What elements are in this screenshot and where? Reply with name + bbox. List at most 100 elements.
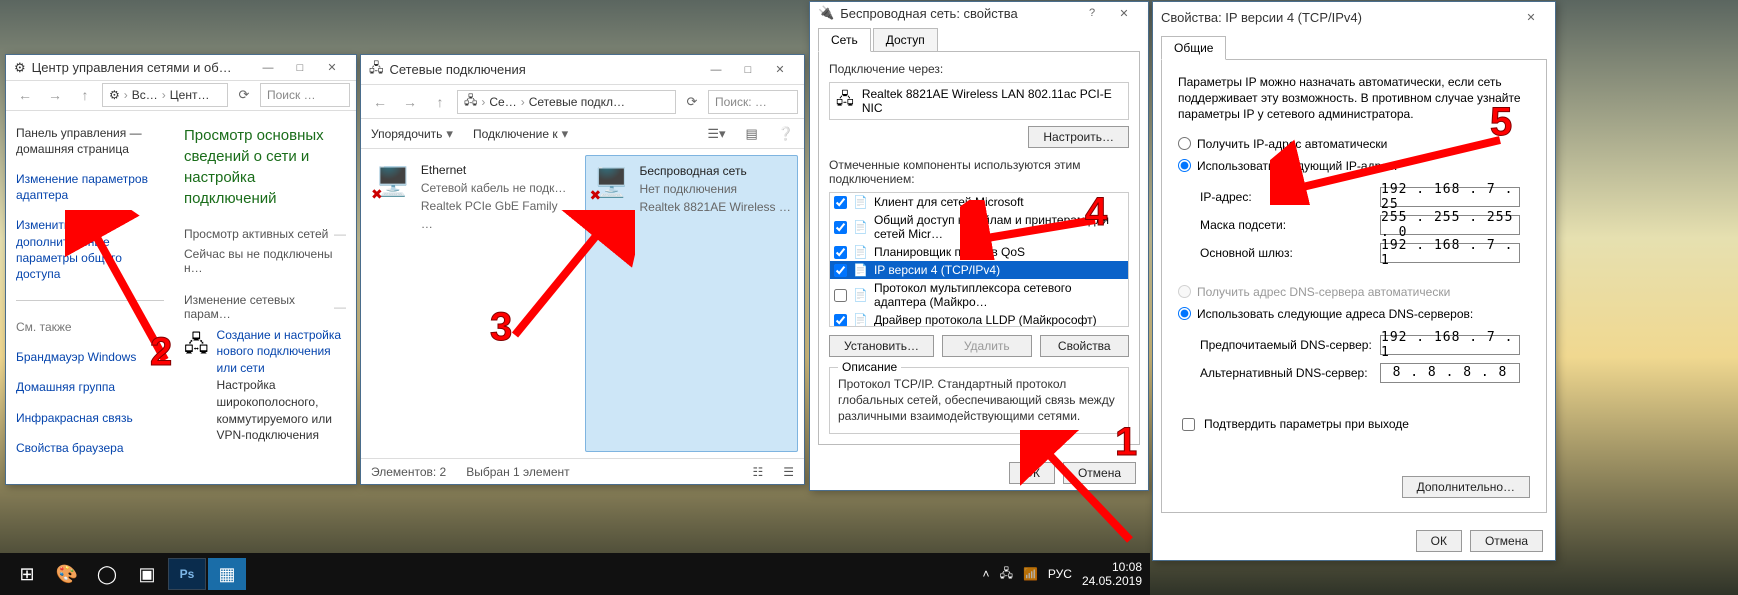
component-item[interactable]: 📄Протокол мультиплексора сетевого адапте… <box>830 279 1128 311</box>
minimize-button[interactable]: — <box>700 59 732 81</box>
start-button[interactable]: ⊞ <box>8 558 46 590</box>
component-checkbox[interactable] <box>834 221 847 234</box>
task-photoshop[interactable]: Ps <box>168 558 206 590</box>
preview-pane-button[interactable]: ▤ <box>746 126 758 142</box>
maximize-button[interactable]: □ <box>284 57 316 79</box>
checkbox-input[interactable] <box>1182 418 1195 431</box>
ok-button[interactable]: ОК <box>1416 530 1462 552</box>
titlebar[interactable]: Свойства: IP версии 4 (TCP/IPv4) ✕ <box>1153 2 1555 32</box>
tab-access[interactable]: Доступ <box>873 28 938 52</box>
change-adapter-settings-link[interactable]: Изменение параметров адаптера <box>16 171 164 203</box>
forward-button[interactable]: → <box>397 89 423 115</box>
clock[interactable]: 10:08 24.05.2019 <box>1082 560 1142 589</box>
components-list[interactable]: 📄Клиент для сетей Microsoft📄Общий доступ… <box>829 192 1129 327</box>
minimize-button[interactable]: — <box>252 57 284 79</box>
ip-address-field[interactable]: 192 . 168 . 7 . 25 <box>1380 187 1520 207</box>
component-checkbox[interactable] <box>834 289 847 302</box>
new-connection-link[interactable]: Создание и настройка нового подключения … <box>217 327 346 377</box>
forward-button[interactable]: → <box>42 82 68 108</box>
component-item[interactable]: 📄Планировщик пакетов QoS <box>830 243 1128 261</box>
tray-overflow-icon[interactable]: ˄ <box>983 567 990 581</box>
component-item[interactable]: 📄IP версии 4 (TCP/IPv4) <box>830 261 1128 279</box>
language-indicator[interactable]: РУС <box>1048 567 1072 581</box>
component-checkbox[interactable] <box>834 246 847 259</box>
organize-menu[interactable]: Упорядочить▾ <box>371 126 453 142</box>
browser-props-link[interactable]: Свойства браузера <box>16 440 164 456</box>
radio-auto-ip[interactable]: Получить IP-адрес автоматически <box>1178 137 1530 151</box>
cp-home-link[interactable]: Панель управления — домашняя страница <box>16 125 164 157</box>
component-checkbox[interactable] <box>834 264 847 277</box>
adapter-icon: 🖧 <box>836 88 854 115</box>
homegroup-link[interactable]: Домашняя группа <box>16 379 164 395</box>
back-button[interactable]: ← <box>12 82 38 108</box>
alternate-dns-field[interactable]: 8 . 8 . 8 . 8 <box>1380 363 1520 383</box>
install-button[interactable]: Установить… <box>829 335 934 357</box>
radio-input[interactable] <box>1178 307 1191 320</box>
search-input[interactable]: Поиск: … <box>708 90 798 114</box>
cancel-button[interactable]: Отмена <box>1470 530 1543 552</box>
task-paint[interactable]: 🎨 <box>48 558 86 590</box>
titlebar[interactable]: 🔌 Беспроводная сеть: свойства ? ✕ <box>810 2 1148 24</box>
tab-network[interactable]: Сеть <box>818 28 871 52</box>
close-button[interactable]: ✕ <box>1515 6 1547 28</box>
refresh-button[interactable]: ⟳ <box>680 90 704 114</box>
close-button[interactable]: ✕ <box>1108 2 1140 24</box>
advanced-sharing-link[interactable]: Изменить дополнительные параметры общего… <box>16 217 164 282</box>
breadcrumb-item[interactable]: Цент… <box>170 88 210 102</box>
up-button[interactable]: ↑ <box>427 89 453 115</box>
breadcrumb-item[interactable]: Вс… <box>132 88 158 102</box>
adapter-ethernet[interactable]: 🖥️✖ Ethernet Сетевой кабель не подк… Rea… <box>367 155 579 452</box>
maximize-button[interactable]: □ <box>732 59 764 81</box>
preferred-dns-field[interactable]: 192 . 168 . 7 . 1 <box>1380 335 1520 355</box>
configure-button[interactable]: Настроить… <box>1028 126 1129 148</box>
titlebar[interactable]: ⚙ Центр управления сетями и об… — □ ✕ <box>6 55 356 81</box>
titlebar[interactable]: 🖧 Сетевые подключения — □ ✕ <box>361 55 804 85</box>
ok-button[interactable]: ОК <box>1009 462 1055 484</box>
close-button[interactable]: ✕ <box>764 59 796 81</box>
advanced-button[interactable]: Дополнительно… <box>1402 476 1530 498</box>
component-item[interactable]: 📄Общий доступ к файлам и принтерам для с… <box>830 211 1128 243</box>
cancel-button[interactable]: Отмена <box>1063 462 1136 484</box>
help-button[interactable]: ❔ <box>778 126 794 142</box>
firewall-link[interactable]: Брандмауэр Windows <box>16 349 164 365</box>
back-button[interactable]: ← <box>367 89 393 115</box>
task-terminal[interactable]: ▣ <box>128 558 166 590</box>
radio-input[interactable] <box>1178 137 1191 150</box>
subnet-mask-field[interactable]: 255 . 255 . 255 . 0 <box>1380 215 1520 235</box>
system-tray[interactable]: ˄ 🖧 📶 РУС 10:08 24.05.2019 <box>983 560 1142 589</box>
breadcrumb[interactable]: ⚙ › Вс… › Цент… <box>102 83 228 107</box>
adapter-wireless[interactable]: 🖥️✖ Беспроводная сеть Нет подключения Re… <box>585 155 799 452</box>
component-checkbox[interactable] <box>834 196 847 209</box>
up-button[interactable]: ↑ <box>72 82 98 108</box>
network-tray-icon[interactable]: 🖧 <box>1000 564 1013 585</box>
help-button[interactable]: ? <box>1076 2 1108 24</box>
icons-view-button[interactable]: ☰ <box>783 465 794 479</box>
task-chrome[interactable]: ◯ <box>88 558 126 590</box>
task-app[interactable]: ▦ <box>208 558 246 590</box>
breadcrumb-item[interactable]: Се… <box>489 95 516 109</box>
gateway-field[interactable]: 192 . 168 . 7 . 1 <box>1380 243 1520 263</box>
details-view-button[interactable]: ☷ <box>752 465 763 479</box>
search-input[interactable]: Поиск … <box>260 83 350 107</box>
component-item[interactable]: 📄Клиент для сетей Microsoft <box>830 193 1128 211</box>
component-item[interactable]: 📄Драйвер протокола LLDP (Майкрософт) <box>830 311 1128 327</box>
view-options-button[interactable]: ☰▾ <box>707 126 725 142</box>
radio-input[interactable] <box>1178 159 1191 172</box>
properties-button[interactable]: Свойства <box>1040 335 1130 357</box>
infrared-link[interactable]: Инфракрасная связь <box>16 410 164 426</box>
connect-to-menu[interactable]: Подключение к▾ <box>473 126 568 142</box>
taskbar[interactable]: ⊞ 🎨 ◯ ▣ Ps ▦ ˄ 🖧 📶 РУС 10:08 24.05.2019 <box>0 553 1150 595</box>
refresh-button[interactable]: ⟳ <box>232 83 256 107</box>
wifi-tray-icon[interactable]: 📶 <box>1023 567 1038 581</box>
breadcrumb[interactable]: 🖧 › Се… › Сетевые подкл… <box>457 90 676 114</box>
radio-manual-dns[interactable]: Использовать следующие адреса DNS-сервер… <box>1178 307 1530 321</box>
uninstall-button[interactable]: Удалить <box>942 335 1032 357</box>
tab-general[interactable]: Общие <box>1161 36 1226 60</box>
component-checkbox[interactable] <box>834 314 847 327</box>
command-bar: Упорядочить▾ Подключение к▾ ☰▾ ▤ ❔ <box>361 119 804 149</box>
breadcrumb-item[interactable]: Сетевые подкл… <box>529 95 625 109</box>
subnet-mask-label: Маска подсети: <box>1200 218 1380 232</box>
close-button[interactable]: ✕ <box>316 57 348 79</box>
radio-manual-ip[interactable]: Использовать следующий IP-адрес: <box>1178 159 1530 173</box>
validate-on-exit-checkbox[interactable]: Подтвердить параметры при выходе <box>1178 415 1530 434</box>
